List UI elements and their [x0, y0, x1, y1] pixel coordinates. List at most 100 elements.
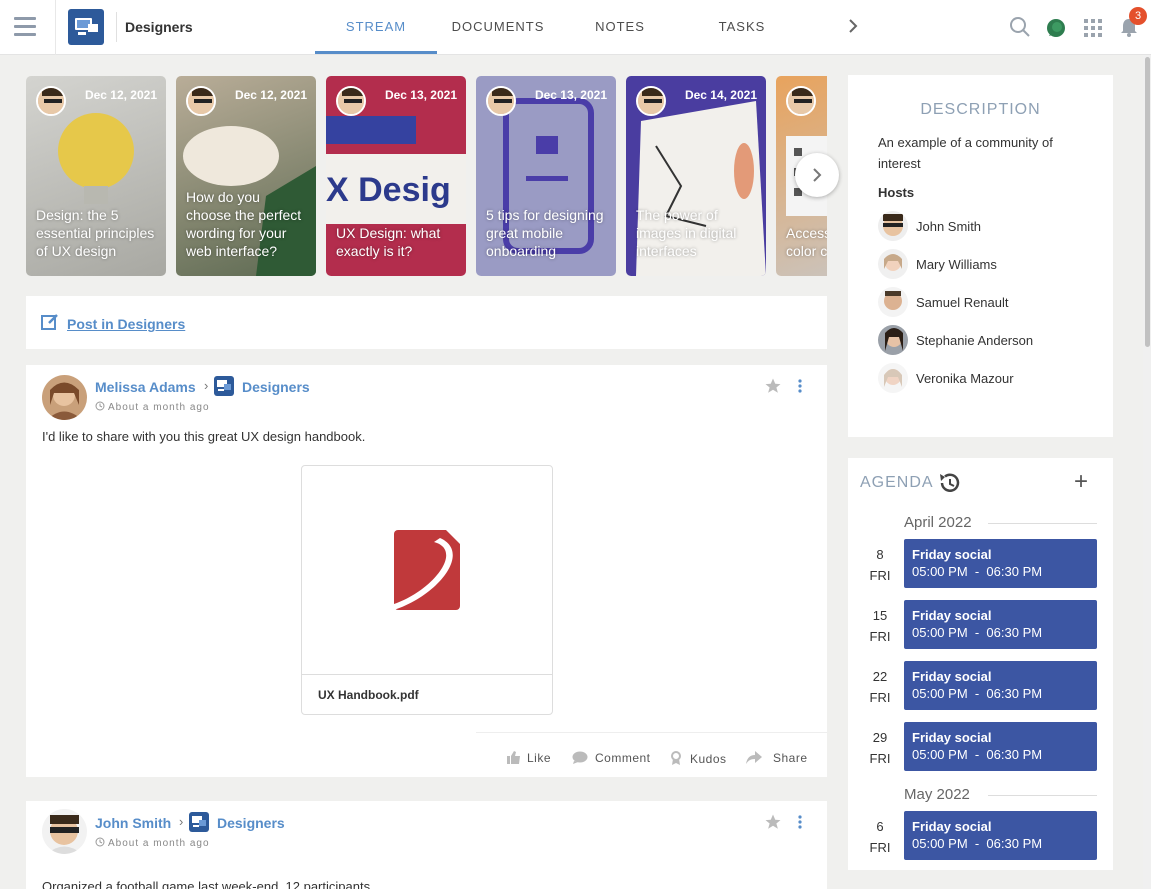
post-space-link[interactable]: Designers [217, 815, 285, 831]
divider [988, 523, 1097, 524]
month-label: April 2022 [904, 514, 972, 531]
top-bar: Designers STREAM DOCUMENTS NOTES TASKS 3 [0, 0, 1151, 55]
card-date: Dec 12, 2021 [234, 88, 307, 102]
chat-icon[interactable] [1045, 17, 1067, 42]
attachment-filename: UX Handbook.pdf [318, 688, 419, 702]
apps-grid-icon[interactable] [1084, 19, 1102, 40]
agenda-panel: AGENDA + April 2022 8 FRI Friday social … [848, 458, 1113, 870]
like-button[interactable]: Like [507, 751, 551, 765]
news-card[interactable]: Dec 12, 2021 Design: the 5 essential pri… [26, 76, 166, 276]
event-item[interactable]: Friday social 05:00 PM - 06:30 PM [904, 600, 1097, 649]
divider [302, 674, 552, 675]
divider [988, 795, 1097, 796]
host-name: John Smith [916, 219, 982, 234]
post-author-link[interactable]: Melissa Adams [95, 379, 196, 395]
post-space-link[interactable]: Designers [242, 379, 310, 395]
clock-icon [95, 401, 105, 411]
event-time: 05:00 PM - 06:30 PM [912, 564, 1043, 579]
author-avatar [636, 86, 666, 116]
event-item[interactable]: Friday social 05:00 PM - 06:30 PM [904, 722, 1097, 771]
event-day: 29 [872, 730, 888, 745]
card-title: UX Design: what exactly is it? [336, 225, 441, 259]
host-name: Samuel Renault [916, 295, 1009, 310]
hamburger-menu-icon[interactable] [14, 17, 36, 37]
avatar[interactable] [42, 375, 87, 420]
avatar[interactable] [42, 809, 87, 854]
space-icon [214, 376, 234, 396]
kudos-button[interactable]: Kudos [670, 751, 727, 766]
space-name: Designers [125, 19, 193, 35]
panel-title: AGENDA [860, 474, 934, 491]
description-text: An example of a community of interest [878, 135, 1053, 171]
event-item[interactable]: Friday social 05:00 PM - 06:30 PM [904, 811, 1097, 860]
more-options-icon[interactable] [798, 379, 802, 396]
divider [55, 0, 56, 55]
news-card[interactable]: Dec 12, 2021 How do you choose the perfe… [176, 76, 316, 276]
thumbs-up-icon [507, 751, 520, 764]
host-name: Mary Williams [916, 257, 997, 272]
svg-text:X Desig: X Desig [326, 171, 451, 209]
tab-tasks[interactable]: TASKS [681, 19, 803, 34]
avatar [878, 287, 908, 317]
carousel-next-button[interactable] [795, 153, 839, 197]
tab-stream[interactable]: STREAM [315, 19, 437, 34]
author-avatar [36, 86, 66, 116]
author-avatar [186, 86, 216, 116]
event-item[interactable]: Friday social 05:00 PM - 06:30 PM [904, 539, 1097, 588]
event-weekday: FRI [869, 751, 891, 766]
month-label: May 2022 [904, 786, 970, 803]
event-title: Friday social [912, 669, 992, 684]
more-options-icon[interactable] [798, 815, 802, 832]
card-title: Access color c [786, 225, 827, 259]
favorite-star-icon[interactable] [764, 813, 782, 834]
panel-title: DESCRIPTION [920, 101, 1041, 118]
active-tab-indicator [315, 51, 437, 54]
activity-post: Melissa Adams › Designers About a month … [26, 365, 827, 777]
event-weekday: FRI [869, 690, 891, 705]
history-icon[interactable] [936, 471, 962, 498]
event-title: Friday social [912, 608, 992, 623]
news-card[interactable]: Dec 13, 2021 5 tips for designing great … [476, 76, 616, 276]
notification-badge: 3 [1129, 7, 1147, 25]
chevron-right-icon[interactable] [848, 18, 858, 39]
comment-icon [572, 751, 588, 764]
space-icon [189, 812, 209, 832]
news-card[interactable]: X Desig Dec 13, 2021 UX Design: what exa… [326, 76, 466, 276]
author-avatar [786, 86, 816, 116]
card-date: Dec 13, 2021 [384, 88, 457, 102]
card-date: Dec 14, 2021 [684, 88, 757, 102]
favorite-star-icon[interactable] [764, 377, 782, 398]
tab-notes[interactable]: NOTES [559, 19, 681, 34]
post-composer[interactable]: Post in Designers [26, 296, 827, 349]
add-event-button[interactable]: + [1074, 470, 1088, 494]
space-logo[interactable] [68, 9, 104, 45]
host-name: Veronika Mazour [916, 371, 1014, 386]
divider [476, 732, 827, 733]
scrollbar-thumb[interactable] [1145, 57, 1150, 347]
kudos-icon [671, 751, 681, 765]
post-text: Organized a football game last week-end.… [42, 879, 374, 889]
card-title: The power of images in digital interface… [636, 207, 737, 259]
search-icon[interactable] [1009, 16, 1031, 41]
post-in-space-link[interactable]: Post in Designers [67, 316, 185, 332]
activity-post: John Smith › Designers About a month ago… [26, 801, 827, 889]
avatar [878, 325, 908, 355]
chevron-right-icon: › [179, 814, 184, 829]
hosts-label: Hosts [878, 185, 915, 200]
tab-documents[interactable]: DOCUMENTS [437, 19, 559, 34]
avatar [878, 211, 908, 241]
attachment-preview[interactable]: UX Handbook.pdf [301, 465, 553, 715]
divider [116, 12, 117, 42]
card-date: Dec 12, 2021 [84, 88, 157, 102]
description-panel: DESCRIPTION An example of a community of… [848, 75, 1113, 437]
event-time: 05:00 PM - 06:30 PM [912, 836, 1043, 851]
avatar [878, 249, 908, 279]
comment-button[interactable]: Comment [572, 751, 651, 765]
share-button[interactable]: Share [746, 751, 808, 765]
post-author-link[interactable]: John Smith [95, 815, 171, 831]
card-title: How do you choose the perfect wording fo… [186, 189, 302, 259]
event-item[interactable]: Friday social 05:00 PM - 06:30 PM [904, 661, 1097, 710]
event-title: Friday social [912, 819, 992, 834]
event-day: 22 [872, 669, 888, 684]
news-card[interactable]: Dec 14, 2021 The power of images in digi… [626, 76, 766, 276]
